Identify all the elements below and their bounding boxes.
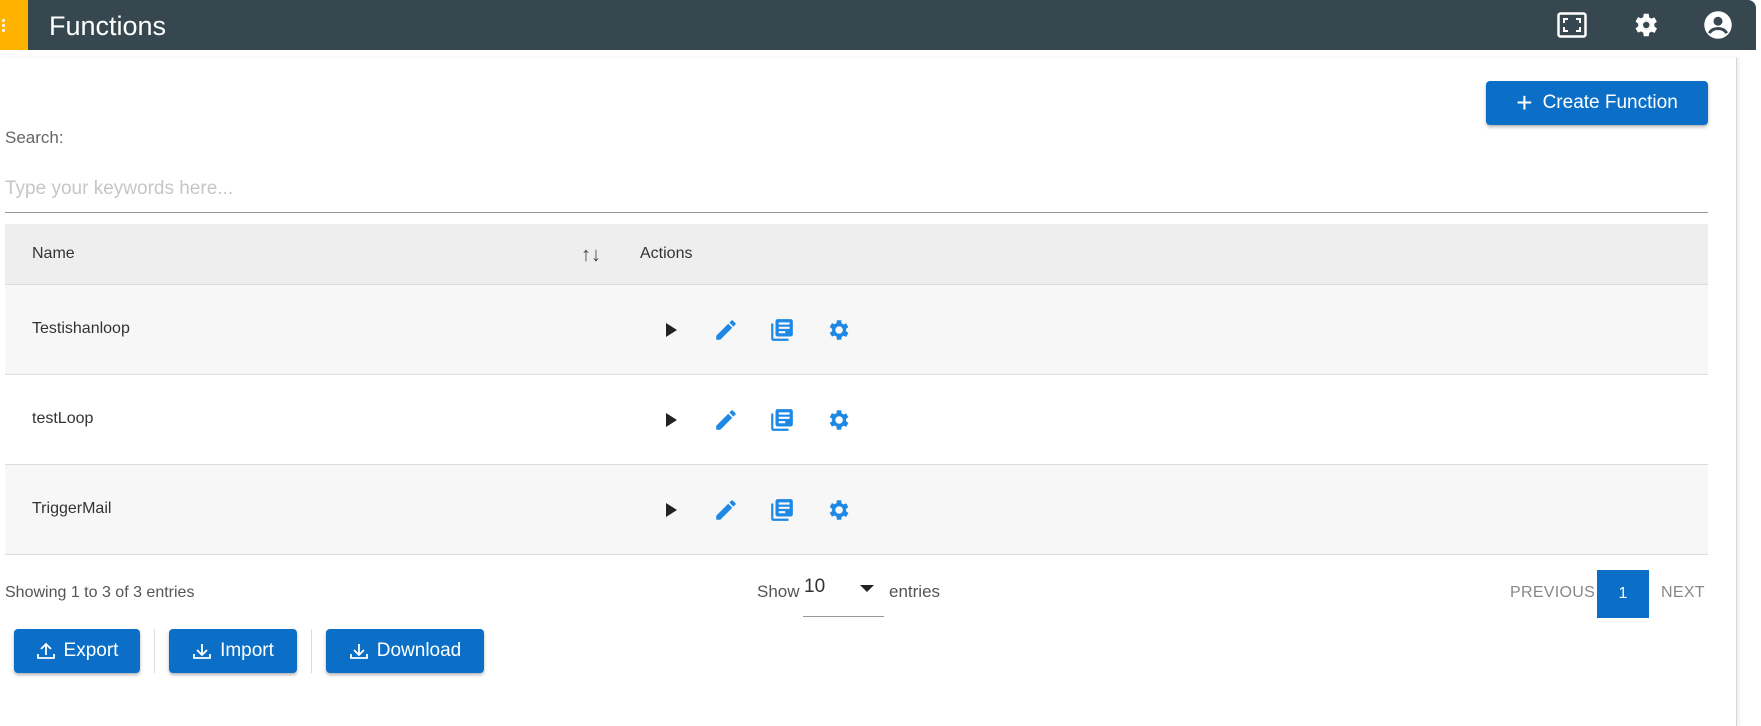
menu-button[interactable]	[0, 0, 28, 50]
download-icon	[349, 644, 368, 659]
create-function-label: Create Function	[1542, 92, 1678, 113]
column-header-name: Name	[32, 245, 75, 262]
plus-icon: +	[1516, 87, 1533, 118]
upload-icon	[36, 642, 55, 659]
page-size-select[interactable]: 10	[803, 572, 884, 617]
show-label: Show	[757, 582, 800, 601]
function-name: Testishanloop	[32, 320, 130, 337]
menu-icon	[2, 18, 5, 32]
chevron-down-icon	[860, 585, 874, 592]
edit-icon[interactable]	[712, 406, 740, 434]
import-button[interactable]: Import	[169, 629, 297, 673]
sort-icon[interactable]: ↑↓	[581, 244, 601, 267]
download-icon	[193, 644, 211, 659]
screenshot-frame-icon[interactable]	[1555, 8, 1589, 42]
download-label: Download	[376, 640, 462, 661]
logs-icon[interactable]	[768, 316, 796, 344]
account-circle-icon[interactable]	[1701, 8, 1735, 42]
logs-icon[interactable]	[768, 406, 796, 434]
play-icon[interactable]	[657, 316, 685, 344]
divider	[311, 629, 312, 673]
gear-icon[interactable]	[824, 316, 852, 344]
gear-icon[interactable]	[824, 496, 852, 524]
table-row: TriggerMail	[5, 465, 1708, 555]
divider	[154, 629, 155, 673]
next-page-button[interactable]: NEXT	[1661, 584, 1705, 602]
create-function-button[interactable]: + Create Function	[1486, 81, 1708, 125]
play-icon[interactable]	[657, 406, 685, 434]
download-button[interactable]: Download	[326, 629, 484, 673]
gear-icon[interactable]	[824, 406, 852, 434]
function-name: testLoop	[32, 410, 94, 427]
export-button[interactable]: Export	[14, 629, 140, 673]
export-label: Export	[63, 640, 119, 661]
edit-icon[interactable]	[712, 496, 740, 524]
top-app-bar: Functions	[0, 0, 1756, 50]
search-input[interactable]	[5, 165, 1708, 213]
table-row: Testishanloop	[5, 285, 1708, 375]
previous-page-button[interactable]: PREVIOUS	[1510, 584, 1595, 602]
import-label: Import	[220, 640, 274, 661]
page-button-1[interactable]: 1	[1597, 570, 1649, 618]
entries-info: Showing 1 to 3 of 3 entries	[5, 584, 195, 601]
page-title: Functions	[49, 11, 167, 41]
table-row: testLoop	[5, 375, 1708, 465]
logs-icon[interactable]	[768, 496, 796, 524]
entries-label: entries	[889, 582, 941, 601]
search-label: Search:	[5, 128, 64, 147]
functions-table: Name ↑↓ Actions Testishanloop testLoop T…	[5, 224, 1708, 555]
page-size-value: 10	[804, 576, 826, 597]
column-header-actions: Actions	[640, 245, 693, 262]
table-header: Name ↑↓ Actions	[5, 224, 1708, 285]
play-icon[interactable]	[657, 496, 685, 524]
function-name: TriggerMail	[32, 500, 112, 517]
gear-icon[interactable]	[1628, 8, 1662, 42]
edit-icon[interactable]	[712, 316, 740, 344]
